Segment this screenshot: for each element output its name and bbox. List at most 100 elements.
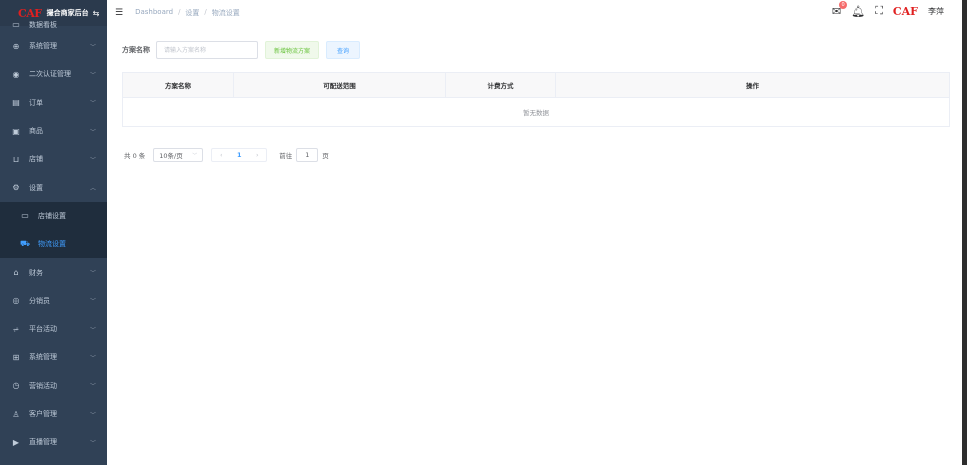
sidebar-item-label: 系统管理 xyxy=(29,353,57,362)
user-icon: ♙ xyxy=(12,409,20,419)
sidebar-item-dashboard[interactable]: ▭ 数据看板 xyxy=(0,20,107,32)
document-icon: ▤ xyxy=(12,98,20,108)
chevron-down-icon: ﹀ xyxy=(89,411,96,419)
avatar[interactable]: CAF xyxy=(893,5,918,18)
sidebar-item-logistics-settings[interactable]: ⛟ 物流设置 xyxy=(0,230,107,258)
fullscreen-icon[interactable]: ⛶ xyxy=(875,4,883,18)
sidebar-item-label: 财务 xyxy=(29,268,43,277)
monitor-icon: ▭ xyxy=(21,211,29,221)
add-logistics-plan-button[interactable]: 新增物流方案 xyxy=(265,41,320,59)
sidebar-item-shop-settings[interactable]: ▭ 店铺设置 xyxy=(0,202,107,230)
sidebar-item-platform-activities[interactable]: ⩫ 平台活动 ﹀ xyxy=(0,315,107,343)
prev-page-icon[interactable]: ‹ xyxy=(212,151,230,159)
clock-icon: ◷ xyxy=(12,381,20,391)
chevron-up-icon: ︿ xyxy=(89,185,96,193)
table-header: 方案名称 可配送范围 计费方式 操作 xyxy=(123,73,949,98)
sidebar-item-label: 物流设置 xyxy=(38,240,66,249)
page-size-value: 10条/页 xyxy=(159,152,183,160)
breadcrumb-item: 设置 xyxy=(185,8,200,17)
search-form: 方案名称 新增物流方案 查询 xyxy=(122,41,361,59)
window-edge xyxy=(962,0,967,465)
pager: ‹ 1 › xyxy=(211,148,268,162)
sidebar-item-label: 店铺设置 xyxy=(38,211,66,220)
sidebar: CAF 撮合商家后台 ⇆ ▭ 数据看板 ⊕ 系统管理 ﹀ ◉ 二次认证管理 ﹀ … xyxy=(0,0,107,465)
caf-logo: CAF xyxy=(18,6,42,20)
sidebar-item-label: 店铺 xyxy=(29,155,43,164)
hamburger-icon[interactable]: ☰ xyxy=(115,8,123,18)
current-page[interactable]: 1 xyxy=(230,151,248,159)
plus-circle-icon: ⊕ xyxy=(12,41,20,51)
mail-icon[interactable]: ✉ 0 xyxy=(832,0,848,18)
page-content: 方案名称 新增物流方案 查询 方案名称 可配送范围 计费方式 操作 暂无数据 共… xyxy=(107,25,962,465)
breadcrumb-separator: / xyxy=(178,7,181,16)
goto-page: 前往 页 xyxy=(279,148,329,162)
breadcrumb-item[interactable]: Dashboard xyxy=(135,8,173,18)
chevron-down-icon: ﹀ xyxy=(89,439,96,447)
breadcrumb-item: 物流设置 xyxy=(211,8,240,17)
username[interactable]: 李萍 xyxy=(928,6,944,17)
chevron-down-icon: ﹀ xyxy=(89,354,96,362)
chevron-down-icon: ﹀ xyxy=(89,100,96,108)
video-icon: ▶ xyxy=(12,437,20,447)
chevron-down-icon: ﹀ xyxy=(89,156,96,164)
sidebar-item-label: 营销活动 xyxy=(29,381,57,390)
sidebar-item-label: 系统管理 xyxy=(29,42,57,51)
navbar-right: ✉ 0 🔔︎ ⛶ CAF 李萍 xyxy=(832,0,944,18)
sidebar-item-marketing[interactable]: ◷ 营销活动 ﹀ xyxy=(0,372,107,400)
sidebar-item-label: 设置 xyxy=(29,183,43,192)
total-count: 共 0 条 xyxy=(124,152,146,160)
sidebar-item-finance[interactable]: ⌂ 财务 ﹀ xyxy=(0,258,107,286)
goto-suffix: 页 xyxy=(322,152,329,160)
page-size-select[interactable]: 10条/页 ﹀ xyxy=(153,148,204,162)
sidebar-item-settings[interactable]: ⚙ 设置 ︿ xyxy=(0,173,107,201)
truck-icon: ⛟ xyxy=(20,239,31,249)
sidebar-item-2fa[interactable]: ◉ 二次认证管理 ﹀ xyxy=(0,60,107,88)
chevron-down-icon: ﹀ xyxy=(192,152,198,159)
sidebar-item-shop[interactable]: ⊔ 店铺 ﹀ xyxy=(0,145,107,173)
query-button[interactable]: 查询 xyxy=(326,41,361,59)
breadcrumb: Dashboard / 设置 / 物流设置 xyxy=(135,8,240,18)
sidebar-item-products[interactable]: ▣ 商品 ﹀ xyxy=(0,117,107,145)
sidebar-item-system-2[interactable]: ⊞ 系统管理 ﹀ xyxy=(0,343,107,371)
chevron-down-icon: ﹀ xyxy=(89,128,96,136)
monitor-icon: ▭ xyxy=(12,20,20,29)
goto-prefix: 前往 xyxy=(279,152,293,160)
sidebar-item-label: 二次认证管理 xyxy=(29,70,71,79)
chart-icon: ⩫ xyxy=(12,324,20,334)
sidebar-menu: ▭ 数据看板 ⊕ 系统管理 ﹀ ◉ 二次认证管理 ﹀ ▤ 订单 ﹀ ▣ 商品 ﹀… xyxy=(0,20,107,456)
settings-submenu: ▭ 店铺设置 ⛟ 物流设置 xyxy=(0,201,107,259)
main-area: ☰ Dashboard / 设置 / 物流设置 ✉ 0 🔔︎ ⛶ CAF 李萍 方… xyxy=(107,0,967,465)
sidebar-item-label: 直播管理 xyxy=(29,438,57,447)
sidebar-item-orders[interactable]: ▤ 订单 ﹀ xyxy=(0,89,107,117)
logistics-table: 方案名称 可配送范围 计费方式 操作 暂无数据 xyxy=(122,72,950,127)
column-header: 计费方式 xyxy=(446,73,556,97)
goto-page-input[interactable] xyxy=(296,148,319,162)
swap-icon[interactable]: ⇆ xyxy=(93,9,100,18)
sidebar-item-label: 平台活动 xyxy=(29,325,57,334)
chevron-down-icon: ﹀ xyxy=(89,43,96,51)
column-header: 方案名称 xyxy=(123,73,234,97)
next-page-icon[interactable]: › xyxy=(248,151,266,159)
chevron-down-icon: ﹀ xyxy=(89,298,96,306)
gear-icon: ⚙ xyxy=(12,183,20,193)
navbar: ☰ Dashboard / 设置 / 物流设置 ✉ 0 🔔︎ ⛶ CAF 李萍 xyxy=(107,0,962,25)
eye-icon: ◉ xyxy=(12,69,20,79)
chevron-down-icon: ﹀ xyxy=(89,270,96,278)
sidebar-item-distributors[interactable]: ◎ 分销员 ﹀ xyxy=(0,287,107,315)
column-header: 可配送范围 xyxy=(234,73,446,97)
globe-icon: ◎ xyxy=(12,296,20,306)
chevron-down-icon: ﹀ xyxy=(89,71,96,79)
chip-icon: ⊞ xyxy=(12,352,20,362)
sidebar-item-live[interactable]: ▶ 直播管理 ﹀ xyxy=(0,428,107,456)
bell-icon[interactable]: 🔔︎ xyxy=(851,5,865,18)
app-title: 撮合商家后台 xyxy=(46,9,89,17)
sidebar-item-system[interactable]: ⊕ 系统管理 ﹀ xyxy=(0,32,107,60)
breadcrumb-separator: / xyxy=(204,7,207,16)
plan-name-input[interactable] xyxy=(156,41,258,59)
sidebar-item-label: 数据看板 xyxy=(29,21,57,29)
notification-badge: 0 xyxy=(839,0,848,9)
sidebar-item-customers[interactable]: ♙ 客户管理 ﹀ xyxy=(0,400,107,428)
gift-icon: ▣ xyxy=(12,126,20,136)
chevron-down-icon: ﹀ xyxy=(89,326,96,334)
empty-state: 暂无数据 xyxy=(523,109,549,117)
